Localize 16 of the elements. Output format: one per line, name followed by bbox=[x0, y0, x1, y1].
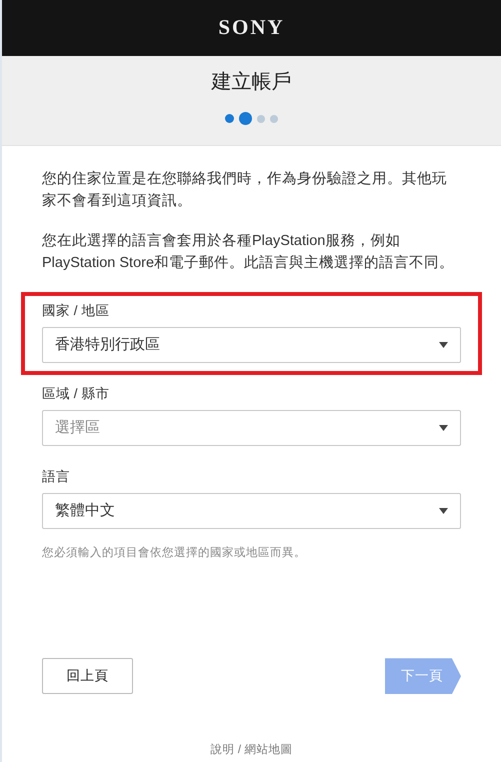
footer-links[interactable]: 說明 / 網站地圖 bbox=[42, 742, 461, 760]
select-field[interactable]: 繁體中文 bbox=[42, 493, 461, 529]
dropdown-caret-icon bbox=[439, 425, 448, 431]
field-label: 區域 / 縣市 bbox=[42, 385, 110, 403]
dropdown-caret-icon bbox=[439, 342, 448, 348]
logo: SONY bbox=[218, 14, 285, 42]
select-field[interactable]: 選擇區 bbox=[42, 410, 461, 446]
back-button[interactable]: 回上頁 bbox=[42, 658, 133, 694]
info-paragraph: 您的住家位置是在您聯絡我們時，作為身份驗證之用。其他玩家不會看到這項資訊。 bbox=[42, 170, 448, 211]
select-field[interactable]: 香港特別行政區 bbox=[42, 327, 461, 363]
dropdown-caret-icon bbox=[439, 508, 448, 514]
info-paragraph: 您在此選擇的語言會套用於各種PlayStation服務，例如PlayStation Store和電子郵件。此語言與主機選擇的語言不同。 bbox=[42, 232, 456, 273]
page-title: 建立帳戶 bbox=[210, 70, 292, 94]
field-label: 語言 bbox=[42, 468, 70, 486]
hint-text: 您必須輸入的項目會依您選擇的國家或地區而異。 bbox=[42, 545, 307, 561]
field-label: 國家 / 地區 bbox=[42, 302, 110, 320]
